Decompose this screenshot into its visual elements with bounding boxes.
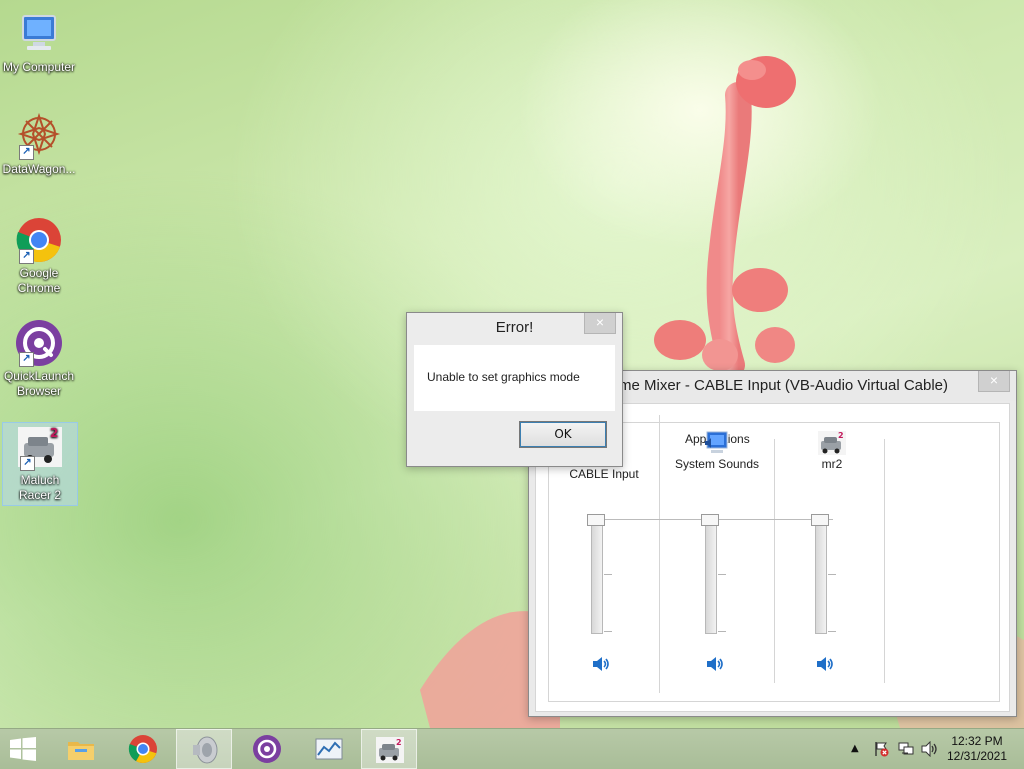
channel-cable-input: CABLE Input <box>549 467 659 481</box>
cable-input-volume-thumb[interactable] <box>587 514 605 526</box>
desktop-icon-label: DataWagon... <box>2 162 76 176</box>
volume-tray-icon[interactable] <box>921 741 939 757</box>
error-dialog[interactable]: Error! × Unable to set graphics mode OK <box>406 312 623 467</box>
error-titlebar[interactable]: Error! × <box>407 313 622 343</box>
desktop-icon-label: QuickLaunch Browser <box>3 369 75 398</box>
mr2-volume-track[interactable] <box>815 518 827 634</box>
taskbar-maluch-racer[interactable]: 2 <box>361 729 417 769</box>
action-center-flag-icon[interactable] <box>873 741 889 757</box>
slider-ticks <box>718 518 728 632</box>
desktop-icon-quicklaunch-browser[interactable]: ↗ QuickLaunch Browser <box>2 319 76 399</box>
quicklaunch-icon <box>253 735 281 763</box>
shortcut-arrow-icon: ↗ <box>20 456 35 471</box>
desktop-icon-google-chrome[interactable]: ↗ Google Chrome <box>2 216 76 296</box>
channel-divider <box>774 439 775 683</box>
taskbar-file-explorer[interactable] <box>53 729 109 769</box>
quicklaunch-icon: ↗ <box>15 319 63 367</box>
desktop-icon-label: My Computer <box>2 60 76 74</box>
taskbar-quicklaunch[interactable] <box>239 729 295 769</box>
error-body: Unable to set graphics mode <box>414 345 615 411</box>
chrome-icon: ↗ <box>15 216 63 264</box>
taskbar-chrome[interactable] <box>115 729 171 769</box>
mr2-mute-icon[interactable] <box>815 655 835 673</box>
maluch-racer-icon: 2 ↗ <box>16 423 64 471</box>
windows-start-icon <box>10 737 36 761</box>
channel-divider <box>884 439 885 683</box>
taskbar: 2 ▲ 12:32 PM 12/31/2021 <box>0 728 1024 769</box>
taskbar-graph-app[interactable] <box>301 729 357 769</box>
graph-app-icon <box>315 738 343 760</box>
chrome-icon <box>128 735 157 763</box>
desktop-icon-datawagon[interactable]: ↗ DataWagon... <box>2 112 76 177</box>
slider-ticks <box>604 518 614 632</box>
cable-input-mute-icon[interactable] <box>591 655 611 673</box>
channel-name: mr2 <box>821 457 843 471</box>
cable-input-volume-track[interactable] <box>591 518 603 634</box>
system-sounds-mute-icon[interactable] <box>705 655 725 673</box>
system-sounds-volume-track[interactable] <box>705 518 717 634</box>
system-sounds-volume-thumb[interactable] <box>701 514 719 526</box>
channel-name: System Sounds <box>674 457 760 471</box>
taskbar-clock[interactable]: 12:32 PM 12/31/2021 <box>942 734 1012 764</box>
mr2-app-icon: 2 <box>816 429 848 457</box>
desktop-icon-maluch-racer-2[interactable]: 2 ↗ Maluch Racer 2 <box>2 422 78 506</box>
desktop-icon-label: Google Chrome <box>17 266 61 295</box>
volume-mixer-taskbar-icon <box>193 736 218 764</box>
channel-system-sounds: System Sounds <box>662 429 772 471</box>
network-icon[interactable] <box>898 741 914 757</box>
desktop-icon-my-computer[interactable]: My Computer <box>2 10 76 75</box>
svg-text:2: 2 <box>50 426 58 440</box>
shortcut-arrow-icon: ↗ <box>19 352 34 367</box>
start-button[interactable] <box>0 729 56 769</box>
svg-text:2: 2 <box>838 431 844 440</box>
taskbar-volume-mixer[interactable] <box>176 729 232 769</box>
device-divider <box>659 415 660 693</box>
computer-icon <box>15 10 63 58</box>
clock-time: 12:32 PM <box>951 734 1003 748</box>
desktop-icon-label: Maluch Racer 2 <box>18 473 62 502</box>
mixer-close-button[interactable]: × <box>978 371 1010 392</box>
clock-date: 12/31/2021 <box>946 749 1008 763</box>
file-explorer-icon <box>68 742 94 760</box>
datawagon-icon: ↗ <box>15 112 63 160</box>
channel-name: CABLE Input <box>569 467 639 481</box>
svg-text:2: 2 <box>396 738 402 747</box>
error-message: Unable to set graphics mode <box>427 370 580 384</box>
tray-overflow-chevron-icon[interactable]: ▲ <box>851 743 859 754</box>
ok-button[interactable]: OK <box>519 421 607 448</box>
mixer-title: me Mixer - CABLE Input (VB-Audio Virtual… <box>619 377 949 394</box>
error-close-button[interactable]: × <box>584 313 616 334</box>
mr2-volume-thumb[interactable] <box>811 514 829 526</box>
maluch-racer-icon: 2 <box>376 737 404 763</box>
system-sounds-icon <box>701 429 733 457</box>
shortcut-arrow-icon: ↗ <box>19 249 34 264</box>
channel-mr2: 2 mr2 <box>777 429 887 471</box>
shortcut-arrow-icon: ↗ <box>19 145 34 160</box>
slider-ticks <box>828 518 838 632</box>
